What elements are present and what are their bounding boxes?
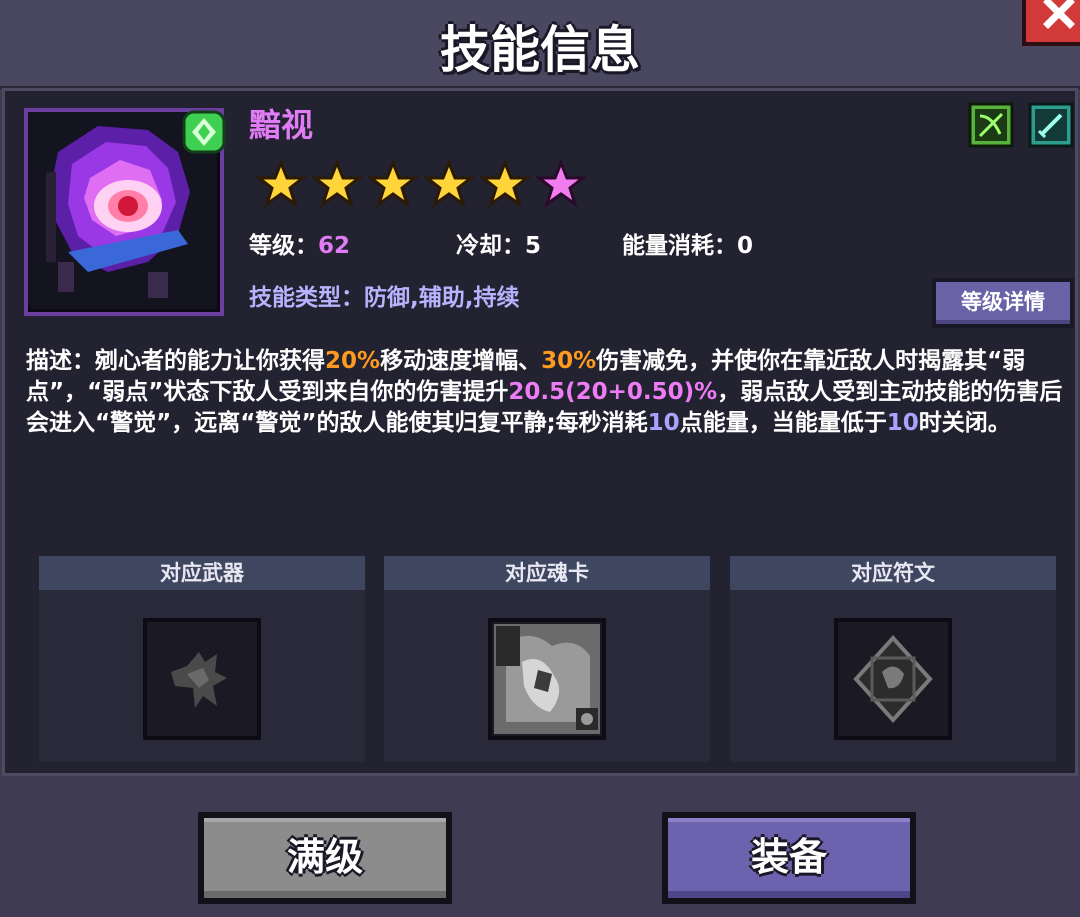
gold-star-icon <box>256 160 306 208</box>
weapon-slot[interactable]: 对应武器 <box>39 556 365 762</box>
description-text: 移动速度增幅、 <box>380 348 542 374</box>
close-icon <box>1043 0 1075 29</box>
move-speed-value: 20% <box>325 348 381 374</box>
cooldown-stat: 冷却：5 <box>456 226 541 260</box>
weapon-slot-label: 对应武器 <box>39 556 365 590</box>
title-bar: 技能信息 <box>0 0 1080 89</box>
rune-slot-box[interactable] <box>834 618 952 740</box>
level-stat: 等级：62 <box>249 226 350 260</box>
skill-type: 技能类型：防御,辅助,持续 <box>249 278 519 312</box>
energy-per-second-value: 10 <box>647 410 680 436</box>
energy-label: 能量消耗： <box>622 233 737 259</box>
skill-description: 描述：剜心者的能力让你获得20%移动速度增幅、30%伤害减免，并使你在靠近敌人时… <box>26 346 1066 439</box>
soul-card-slot-label: 对应魂卡 <box>384 556 710 590</box>
gold-star-icon <box>480 160 530 208</box>
cooldown-label: 冷却： <box>456 233 525 259</box>
bow-tag-icon[interactable] <box>968 102 1014 148</box>
skill-grade-badge <box>180 108 228 156</box>
level-value: 62 <box>318 233 351 259</box>
soul-card-icon <box>494 624 600 734</box>
rune-slot-label: 对应符文 <box>730 556 1056 590</box>
energy-threshold-value: 10 <box>886 410 919 436</box>
weapon-icon <box>171 652 227 708</box>
skill-type-value: 防御,辅助,持续 <box>364 285 520 311</box>
max-level-button[interactable]: 满级 <box>198 812 452 904</box>
energy-stat: 能量消耗：0 <box>622 226 753 260</box>
level-detail-button[interactable]: 等级详情 <box>932 278 1074 328</box>
description-text: 剜心者的能力让你获得 <box>95 348 325 374</box>
diamond-grade-icon <box>182 110 226 154</box>
energy-value: 0 <box>737 233 754 259</box>
sword-tag-icon[interactable] <box>1028 102 1074 148</box>
star-rating <box>256 160 586 208</box>
damage-increase-value: 20.5(20+0.50)% <box>508 379 718 405</box>
rune-icon <box>853 635 933 723</box>
description-prefix: 描述： <box>26 348 95 374</box>
level-label: 等级： <box>249 233 318 259</box>
gold-star-icon <box>368 160 418 208</box>
gold-star-icon <box>312 160 362 208</box>
damage-reduction-value: 30% <box>541 348 597 374</box>
description-text: 时关闭。 <box>918 410 1011 436</box>
weapon-slot-box[interactable] <box>143 618 261 740</box>
page-title: 技能信息 <box>440 21 640 79</box>
cooldown-value: 5 <box>525 233 542 259</box>
close-button[interactable] <box>1022 0 1080 46</box>
gold-star-icon <box>424 160 474 208</box>
soul-card-slot[interactable]: 对应魂卡 <box>384 556 710 762</box>
skill-type-label: 技能类型： <box>249 285 364 311</box>
skill-name: 黯视 <box>249 106 314 144</box>
description-text: 点能量，当能量低于 <box>679 410 887 436</box>
equip-button[interactable]: 装备 <box>662 812 916 904</box>
rune-slot[interactable]: 对应符文 <box>730 556 1056 762</box>
soul-card-slot-box[interactable] <box>488 618 606 740</box>
pink-star-icon <box>536 160 586 208</box>
